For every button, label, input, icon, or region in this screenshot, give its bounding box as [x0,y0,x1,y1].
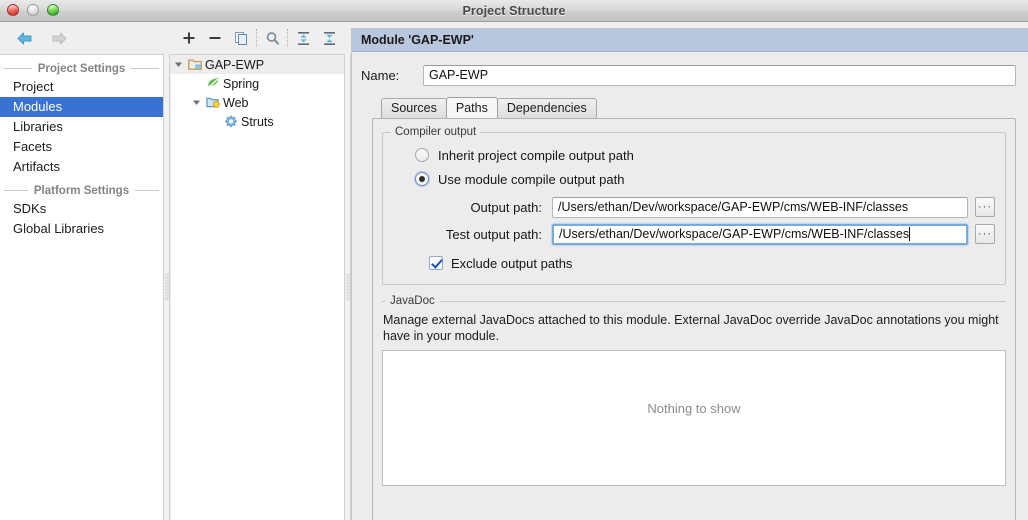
inherit-output-label: Inherit project compile output path [438,147,634,163]
exclude-output-paths-label: Exclude output paths [451,255,573,271]
tree-node-label: Spring [223,76,260,91]
project-structure-window: Project Structure Project Settings Proje… [0,0,1028,520]
window-controls [7,4,59,16]
tree-node-web[interactable]: Web [171,93,344,112]
tree-node-label: Struts [241,114,274,129]
sidebar-group-header: Platform Settings [0,182,163,199]
back-button[interactable] [14,27,36,49]
close-button[interactable] [7,4,19,16]
tab-paths[interactable]: Paths [445,97,498,118]
module-name-row: Name: GAP-EWP [361,64,1016,86]
sidebar-item-project[interactable]: Project [0,77,163,97]
module-tree: GAP-EWP Spring Web Struts [171,54,344,520]
sidebar-item-modules[interactable]: Modules [0,97,163,117]
exclude-output-paths-row[interactable]: Exclude output paths [383,252,1005,274]
remove-button[interactable] [202,26,228,50]
module-folder-icon [187,59,202,70]
module-folder-icon [186,58,203,71]
toolbar-separator [256,29,257,47]
toolbar-separator-2 [287,29,288,47]
javadoc-description: Manage external JavaDocs attached to thi… [383,313,999,343]
navigation-arrows [14,27,70,49]
test-output-path-input[interactable]: /Users/ethan/Dev/workspace/GAP-EWP/cms/W… [552,223,968,245]
tree-node-label: GAP-EWP [205,57,265,72]
test-output-path-value: /Users/ethan/Dev/workspace/GAP-EWP/cms/W… [559,226,910,241]
output-path-browse-button[interactable]: ··· [975,197,995,217]
sidebar-item-sdks[interactable]: SDKs [0,199,163,219]
tree-expand-toggle[interactable] [171,60,186,69]
module-name-label: Name: [361,67,400,83]
copy-button[interactable] [228,26,254,50]
copy-icon [234,31,247,45]
minus-icon [209,37,221,39]
settings-sidebar: Project Settings Project Modules Libraries F… [0,54,163,520]
compiler-output-group: Compiler output Inherit project compile … [382,126,1006,285]
collapse-all-icon [323,31,335,45]
test-output-path-row: Test output path: /Users/ethan/Dev/works… [383,223,995,245]
tab-dependencies[interactable]: Dependencies [496,98,597,118]
inherit-output-radio[interactable] [415,148,429,162]
add-button[interactable] [176,26,202,50]
expand-all-icon [297,31,309,45]
collapse-all-button[interactable] [316,26,342,50]
test-output-path-browse-button[interactable]: ··· [975,224,995,244]
module-output-label: Use module compile output path [438,171,625,187]
compiler-output-title: Compiler output [391,126,481,138]
javadoc-title: JavaDoc [385,295,440,307]
tree-node-label: Web [223,95,249,110]
struts-gear-icon [224,115,237,128]
spring-leaf-icon [206,78,218,89]
web-facet-icon [205,97,220,108]
forward-button[interactable] [48,27,70,49]
module-name-input[interactable]: GAP-EWP [423,64,1016,86]
sidebar-item-global-libraries[interactable]: Global Libraries [0,219,163,239]
find-button[interactable] [259,26,285,50]
expand-all-button[interactable] [290,26,316,50]
title-bar: Project Structure [0,0,1028,22]
module-detail-panel: Module 'GAP-EWP' Name: GAP-EWP Sources Pa… [351,28,1028,520]
sidebar-splitter[interactable] [163,54,170,520]
window-title: Project Structure [462,3,566,18]
test-output-path-label: Test output path: [445,226,542,242]
sidebar-item-artifacts[interactable]: Artifacts [0,157,163,177]
splitter-grip [165,273,169,301]
tree-node-struts[interactable]: Struts [171,112,344,131]
output-path-row: Output path: /Users/ethan/Dev/workspace/… [383,196,995,218]
web-facet-icon [204,96,221,109]
javadoc-empty-message: Nothing to show [647,401,741,416]
zoom-button[interactable] [47,4,59,16]
module-output-option[interactable]: Use module compile output path [383,167,1005,191]
tree-expand-toggle[interactable] [189,98,204,107]
plus-icon [183,32,195,44]
tree-toolbar [176,26,342,50]
sidebar-item-facets[interactable]: Facets [0,137,163,157]
inherit-output-option[interactable]: Inherit project compile output path [383,143,1005,167]
forward-arrow-icon [52,32,67,44]
chevron-down-icon [193,100,200,105]
tree-splitter[interactable] [344,54,351,520]
tree-node-gap-ewp[interactable]: GAP-EWP [171,55,344,74]
chevron-down-icon [175,62,182,67]
search-icon [266,31,279,45]
paths-tab-panel: Compiler output Inherit project compile … [372,118,1016,520]
output-path-input[interactable]: /Users/ethan/Dev/workspace/GAP-EWP/cms/W… [552,196,968,218]
back-arrow-icon [17,32,32,44]
struts-gear-icon [222,115,239,128]
module-tabs: Sources Paths Dependencies [381,97,1028,118]
text-caret [909,226,911,241]
module-output-radio[interactable] [415,172,429,186]
output-path-label: Output path: [470,199,542,215]
splitter-grip-2 [346,273,350,301]
sidebar-group-header: Project Settings [0,60,163,77]
sidebar-item-libraries[interactable]: Libraries [0,117,163,137]
tree-node-spring[interactable]: Spring [171,74,344,93]
javadoc-list[interactable]: Nothing to show [382,350,1006,486]
exclude-output-paths-checkbox[interactable] [429,256,443,270]
tab-sources[interactable]: Sources [381,98,447,118]
javadoc-group: JavaDoc Manage external JavaDocs attache… [382,295,1006,486]
module-header-title: Module 'GAP-EWP' [352,29,1028,52]
spring-leaf-icon [204,77,221,90]
minimize-button[interactable] [27,4,39,16]
